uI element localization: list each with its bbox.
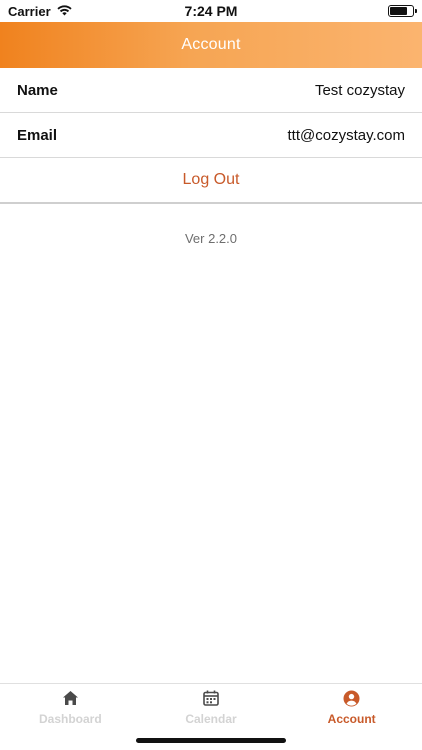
name-row: Name Test cozystay	[0, 68, 422, 113]
tab-calendar-label: Calendar	[185, 712, 237, 726]
carrier-label: Carrier	[8, 3, 51, 19]
account-details: Name Test cozystay Email ttt@cozystay.co…	[0, 68, 422, 204]
home-icon	[61, 689, 79, 707]
name-value: Test cozystay	[314, 81, 405, 99]
tab-account-label: Account	[327, 712, 376, 726]
tab-account[interactable]: Account	[281, 684, 422, 750]
status-bar: Carrier 7:24 PM	[0, 0, 422, 22]
logout-button[interactable]: Log Out	[183, 171, 240, 189]
home-indicator	[136, 738, 286, 743]
tab-dashboard[interactable]: Dashboard	[0, 684, 141, 750]
tab-dashboard-label: Dashboard	[38, 712, 102, 726]
logout-row[interactable]: Log Out	[0, 158, 422, 204]
battery-icon	[388, 5, 417, 17]
user-circle-icon	[343, 689, 361, 707]
email-label: Email	[17, 126, 58, 144]
status-left: Carrier	[8, 4, 72, 19]
email-row: Email ttt@cozystay.com	[0, 113, 422, 158]
version-label: Ver 2.2.0	[184, 231, 238, 246]
calendar-icon	[202, 689, 220, 707]
page-title: Account	[181, 36, 241, 53]
wifi-icon	[57, 4, 72, 19]
email-value: ttt@cozystay.com	[287, 126, 405, 144]
nav-header: Account	[0, 22, 422, 68]
battery-level	[390, 7, 408, 15]
name-label: Name	[17, 81, 58, 99]
